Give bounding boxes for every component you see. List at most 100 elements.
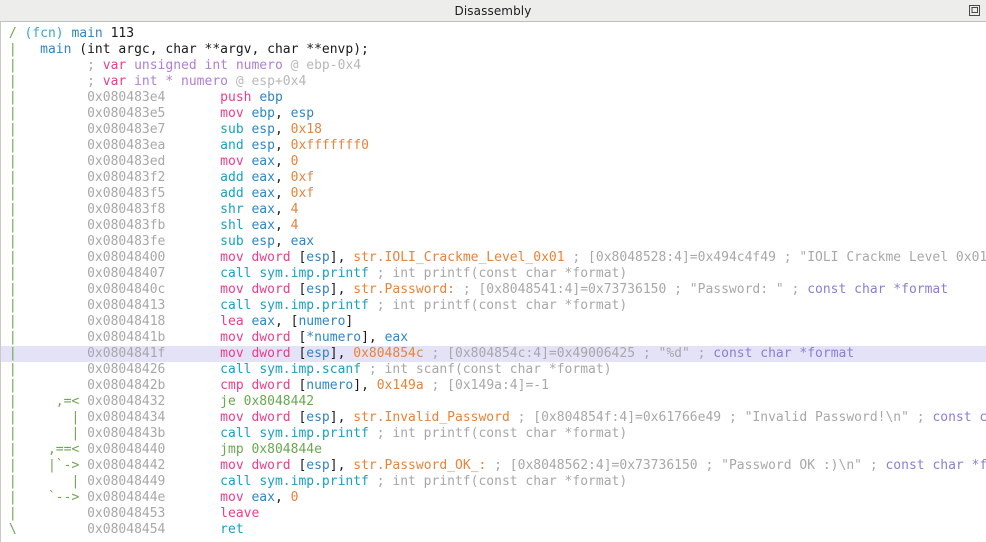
instruction-mnemonic: mov [220, 250, 252, 265]
instruction-operand: eax [251, 218, 275, 233]
instruction-row[interactable]: | 0x080483ed mov eax, 0 [1, 154, 986, 170]
instruction-row[interactable]: | 0x08048426 call sym.imp.scanf ; int sc… [1, 362, 986, 378]
instruction-row[interactable]: \ 0x08048454 ret [1, 522, 986, 538]
flow-marker: | [1, 298, 17, 313]
instruction-row[interactable]: | 0x080483f5 add eax, 0xf [1, 186, 986, 202]
disassembly-listing[interactable]: / (fcn) main 113 | main (int argc, char … [0, 22, 986, 542]
flow-marker: / [1, 26, 25, 41]
instruction-row[interactable]: | 0x08048407 call sym.imp.printf ; int p… [1, 266, 986, 282]
instruction-operand: , [337, 458, 354, 473]
instruction-operand: , [274, 314, 291, 329]
jump-arrow [17, 506, 87, 521]
instruction-row[interactable]: | 0x0804841b mov dword [*numero], eax [1, 330, 986, 346]
instruction-operand: esp [306, 250, 330, 265]
instruction-row[interactable]: | ,==< 0x08048440 jmp 0x804844e [1, 442, 986, 458]
restore-window-icon[interactable] [966, 2, 983, 19]
instruction-operand: str.IOLI_Crackme_Level_0x01 [353, 250, 565, 265]
signature-name: main [40, 42, 80, 57]
flow-marker: | [1, 74, 88, 89]
instruction-prototype: const char *format [713, 346, 855, 361]
instruction-row[interactable]: | 0x08048413 call sym.imp.printf ; int p… [1, 298, 986, 314]
instruction-operand: dword [251, 410, 299, 425]
signature-args: (int argc, char **argv, char **envp); [79, 42, 369, 57]
flow-marker: | [1, 170, 17, 185]
comment-marker: ; [87, 74, 103, 89]
instruction-row[interactable]: | 0x080483fb shl eax, 4 [1, 218, 986, 234]
instruction-prototype: const char *format [807, 282, 949, 297]
instruction-row[interactable]: | 0x080483fe sub esp, eax [1, 234, 986, 250]
var-location: @ esp+0x4 [235, 74, 307, 89]
instruction-row[interactable]: | 0x08048418 lea eax, [numero] [1, 314, 986, 330]
instruction-row[interactable]: | 0x0804842b cmp dword [numero], 0x149a … [1, 378, 986, 394]
function-name: main [71, 26, 111, 41]
instruction-operand: esp [251, 138, 275, 153]
instruction-operand: dword [251, 282, 299, 297]
instruction-operand: sym.imp.printf [259, 474, 369, 489]
instruction-comment: ; int printf(const char *format) [368, 266, 628, 281]
instruction-mnemonic: lea [220, 314, 252, 329]
instruction-row[interactable]: | 0x080483ea and esp, 0xfffffff0 [1, 138, 986, 154]
jump-arrow [17, 330, 87, 345]
jump-arrow [17, 122, 87, 137]
instruction-address: 0x080483f5 [87, 186, 221, 201]
instruction-comment: ; int printf(const char *format) [368, 474, 628, 489]
instruction-row[interactable]: | 0x080483f8 shr eax, 4 [1, 202, 986, 218]
instruction-row[interactable]: | 0x080483e4 push ebp [1, 90, 986, 106]
instruction-mnemonic: je [220, 394, 244, 409]
instruction-mnemonic: mov [220, 490, 252, 505]
instruction-address: 0x0804840c [87, 282, 221, 297]
jump-arrow: `--> [16, 490, 88, 505]
instruction-address: 0x08048434 [87, 410, 221, 425]
flow-marker: | [1, 282, 17, 297]
instruction-row[interactable]: | ,=< 0x08048432 je 0x8048442 [1, 394, 986, 410]
instruction-operand: dword [251, 330, 299, 345]
instruction-operand: eax [251, 314, 275, 329]
jump-arrow: | [16, 426, 88, 441]
instruction-operand: str.Password_OK_: [353, 458, 487, 473]
instruction-operand: numero [298, 314, 346, 329]
instruction-operand: ] [329, 250, 338, 265]
instruction-mnemonic: mov [220, 458, 252, 473]
instruction-address: 0x080483f8 [87, 202, 221, 217]
instruction-operand: , [274, 170, 291, 185]
flow-marker: | [1, 346, 17, 361]
flow-marker: | [1, 202, 17, 217]
instruction-row[interactable]: | `--> 0x0804844e mov eax, 0 [1, 490, 986, 506]
instruction-operand: dword [251, 378, 299, 393]
instruction-row[interactable]: | 0x080483e5 mov ebp, esp [1, 106, 986, 122]
disassembly-window: Disassembly / (fcn) main 113 | main (int… [0, 0, 986, 542]
var-name: numero [235, 58, 291, 73]
flow-marker: | [1, 42, 41, 57]
instruction-operand: *numero [306, 330, 362, 345]
instruction-row[interactable]: | 0x08048400 mov dword [esp], str.IOLI_C… [1, 250, 986, 266]
jump-arrow [17, 378, 87, 393]
instruction-row-selected[interactable]: | 0x0804841f mov dword [esp], 0x804854c … [1, 346, 986, 362]
flow-marker: | [1, 330, 17, 345]
flow-marker: | [1, 106, 17, 121]
instruction-operand: sym.imp.printf [259, 298, 369, 313]
instruction-mnemonic: mov [220, 106, 252, 121]
instruction-operand: , [337, 410, 354, 425]
instruction-comment: ; [0x8048528:4]=0x494c4f49 ; "IOLI Crack… [564, 250, 986, 265]
instruction-address: 0x0804843b [87, 426, 221, 441]
instruction-operand: 4 [290, 202, 299, 217]
instruction-row[interactable]: | | 0x08048449 call sym.imp.printf ; int… [1, 474, 986, 490]
instruction-row[interactable]: | |`-> 0x08048442 mov dword [esp], str.P… [1, 458, 986, 474]
instruction-address: 0x08048413 [87, 298, 221, 313]
instruction-operand: 0xf [290, 170, 315, 185]
instruction-operand: numero [306, 378, 354, 393]
instruction-operand: , [337, 250, 354, 265]
instruction-address: 0x0804844e [87, 490, 221, 505]
instruction-row[interactable]: | 0x080483f2 add eax, 0xf [1, 170, 986, 186]
flow-marker: | [1, 314, 17, 329]
instruction-address: 0x08048453 [87, 506, 221, 521]
instruction-operand: ] [329, 346, 338, 361]
instruction-row[interactable]: | 0x0804840c mov dword [esp], str.Passwo… [1, 282, 986, 298]
window-titlebar: Disassembly [0, 0, 986, 22]
instruction-row[interactable]: | | 0x0804843b call sym.imp.printf ; int… [1, 426, 986, 442]
instruction-row[interactable]: | 0x08048453 leave [1, 506, 986, 522]
instruction-row[interactable]: | 0x080483e7 sub esp, 0x18 [1, 122, 986, 138]
jump-arrow [17, 346, 87, 361]
instruction-row[interactable]: | | 0x08048434 mov dword [esp], str.Inva… [1, 410, 986, 426]
instruction-address: 0x08048418 [87, 314, 221, 329]
